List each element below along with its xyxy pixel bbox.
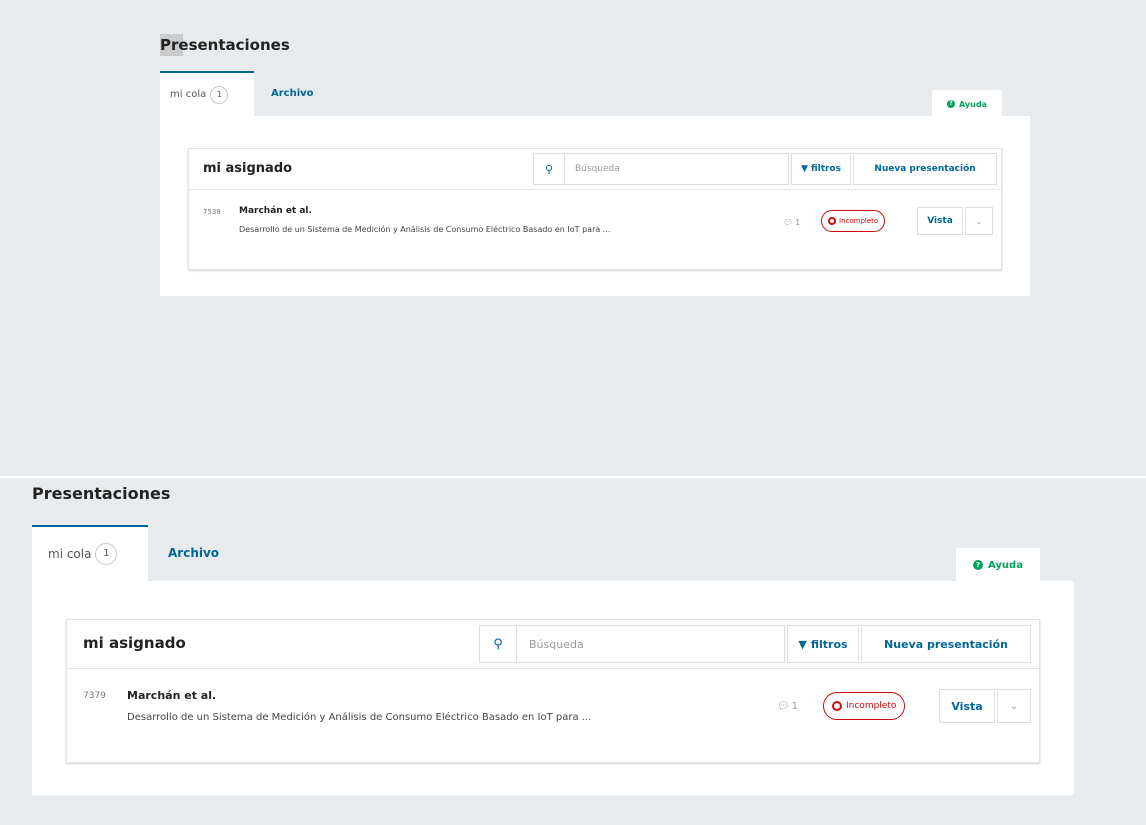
comment-icon: 💬︎ (777, 701, 790, 712)
screenshot-panel-top: Presentaciones mi cola 1 Archivo ? Ayuda… (0, 0, 1146, 476)
my-assigned-card: mi asignado ⚲ ▼ filtros Nueva presentaci… (188, 148, 1002, 270)
search-box: ⚲ (533, 153, 789, 185)
page-title: Presentaciones (160, 34, 290, 56)
new-submission-button[interactable]: Nueva presentación (853, 153, 997, 185)
card-title: mi asignado (83, 634, 186, 652)
chevron-down-icon: ⌄ (1009, 700, 1019, 712)
search-input[interactable] (565, 154, 787, 184)
incomplete-icon (832, 701, 842, 711)
view-button[interactable]: Vista (917, 207, 963, 235)
filter-icon: ▼ (798, 637, 807, 651)
status-badge: Incompleto (823, 692, 906, 720)
tab-bar: mi cola 1 Archivo (160, 71, 314, 116)
tab-my-queue[interactable]: mi cola 1 (160, 71, 254, 116)
tab-archive[interactable]: Archivo (148, 525, 219, 581)
chevron-down-icon: ⌄ (975, 216, 983, 226)
submission-row[interactable]: 7538 Marchán et al. Desarrollo de un Sis… (189, 190, 1001, 268)
submission-author: Marchán et al. (127, 689, 217, 702)
comments-count: 💬︎ 1 (777, 701, 799, 712)
view-button[interactable]: Vista (939, 689, 995, 723)
queue-container: mi asignado ⚲ ▼ filtros Nueva presentaci… (160, 116, 1030, 296)
filter-icon: ▼ (801, 164, 808, 174)
new-submission-button[interactable]: Nueva presentación (861, 625, 1031, 663)
search-box: ⚲ (479, 625, 785, 663)
tab-bar: mi cola 1 Archivo (32, 525, 219, 581)
search-icon[interactable]: ⚲ (534, 154, 565, 184)
page-title: Presentaciones (32, 484, 171, 503)
filters-button[interactable]: ▼ filtros (787, 625, 859, 663)
search-icon[interactable]: ⚲ (480, 626, 517, 662)
my-assigned-card: mi asignado ⚲ ▼ filtros Nueva presentaci… (66, 619, 1040, 763)
submission-id: 7379 (83, 691, 106, 701)
comment-icon: 💬︎ (783, 218, 794, 227)
comments-count: 💬︎ 1 (783, 218, 801, 227)
search-input[interactable] (517, 626, 781, 662)
submission-author: Marchán et al. (239, 206, 312, 216)
incomplete-icon (828, 217, 836, 225)
question-circle-icon: ? (973, 560, 984, 570)
help-button[interactable]: ? Ayuda (956, 548, 1040, 582)
status-badge: Incompleto (821, 210, 886, 232)
screenshot-panel-bottom: Presentaciones mi cola 1 Archivo ? Ayuda… (0, 478, 1146, 825)
tab-archive[interactable]: Archivo (254, 71, 314, 116)
expand-button[interactable]: ⌄ (997, 689, 1031, 723)
queue-count-badge: 1 (95, 543, 118, 565)
queue-count-badge: 1 (210, 85, 229, 104)
expand-button[interactable]: ⌄ (965, 207, 993, 235)
submission-id: 7538 (203, 208, 221, 216)
submission-title: Desarrollo de un Sistema de Medición y A… (127, 712, 592, 723)
filters-button[interactable]: ▼ filtros (791, 153, 851, 185)
tab-my-queue[interactable]: mi cola 1 (32, 525, 148, 581)
help-button[interactable]: ? Ayuda (932, 90, 1002, 118)
submission-title: Desarrollo de un Sistema de Medición y A… (239, 225, 611, 234)
submission-row[interactable]: 7379 Marchán et al. Desarrollo de un Sis… (67, 669, 1039, 761)
question-circle-icon: ? (947, 100, 956, 108)
queue-container: mi asignado ⚲ ▼ filtros Nueva presentaci… (32, 581, 1074, 795)
card-title: mi asignado (203, 161, 293, 176)
